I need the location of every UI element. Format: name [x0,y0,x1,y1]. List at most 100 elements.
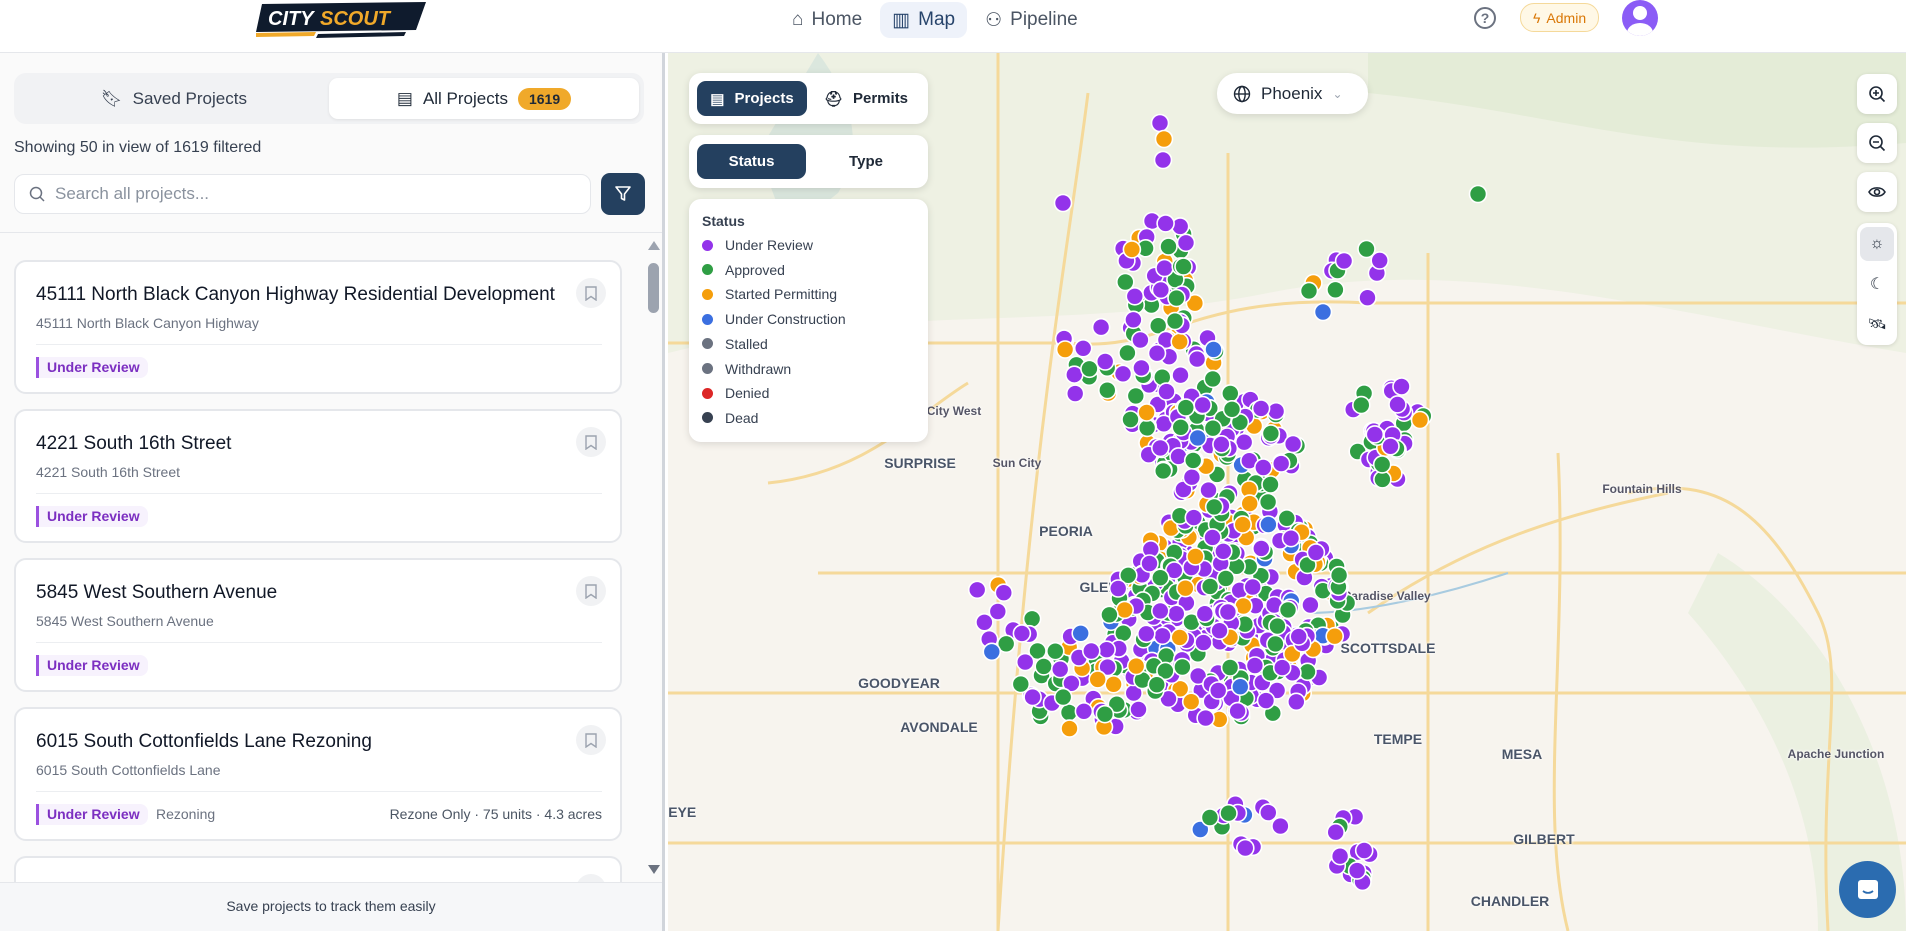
map-view[interactable]: City West SURPRISE Sun City PEORIA GLEND… [668,53,1906,931]
project-marker[interactable] [1194,633,1213,652]
project-marker[interactable] [1153,150,1173,170]
project-marker[interactable] [1271,454,1291,473]
project-marker[interactable] [1015,652,1035,672]
bookmark-button[interactable] [576,427,606,457]
project-marker[interactable] [1131,330,1150,350]
project-marker[interactable] [1203,369,1223,389]
project-marker[interactable] [1088,670,1108,689]
project-marker[interactable] [1220,384,1240,403]
project-marker[interactable] [1220,658,1240,677]
project-marker[interactable] [1150,438,1170,458]
project-card[interactable]: 1518 E Paradise Ln #1 (Active) Use Permi… [14,856,622,882]
project-marker[interactable] [1176,233,1196,253]
project-marker[interactable] [1261,424,1281,443]
project-marker[interactable] [1187,349,1207,369]
legend-item[interactable]: Stalled [702,336,768,352]
project-marker[interactable] [1034,657,1054,676]
project-marker[interactable] [1080,359,1099,379]
bookmark-button[interactable] [576,278,606,308]
project-marker[interactable] [1122,240,1142,259]
project-marker[interactable] [1193,395,1213,415]
project-marker[interactable] [1154,129,1174,149]
project-marker[interactable] [1174,257,1193,276]
bookmark-button[interactable] [576,874,606,882]
filter-button[interactable] [601,173,645,215]
legend-item[interactable]: Under Review [702,237,813,253]
project-marker[interactable] [1233,515,1253,534]
project-marker[interactable] [1124,310,1143,330]
project-marker[interactable] [1182,467,1202,487]
project-marker[interactable] [1372,455,1392,474]
project-title[interactable]: 4221 South 16th Street [36,433,231,455]
project-marker[interactable] [1060,719,1079,738]
project-marker[interactable] [1165,311,1185,331]
project-marker[interactable] [1230,677,1250,697]
project-marker[interactable] [1071,623,1091,643]
scrollbar[interactable] [645,233,662,882]
project-marker[interactable] [1050,659,1070,679]
project-marker[interactable] [1140,554,1159,573]
project-marker[interactable] [1053,687,1073,707]
project-marker[interactable] [1313,302,1333,322]
project-marker[interactable] [1171,365,1190,385]
project-marker[interactable] [1243,577,1263,597]
project-marker[interactable] [1200,577,1220,596]
legend-item[interactable]: Dead [702,410,758,426]
satellite-mode-button[interactable]: 🛰︎ [1860,307,1894,341]
project-marker[interactable] [1358,288,1377,307]
project-marker[interactable] [1278,600,1298,620]
project-marker[interactable] [1256,691,1276,710]
project-title[interactable]: 5845 West Southern Avenue [36,582,277,604]
project-marker[interactable] [1334,251,1354,271]
project-marker[interactable] [1289,627,1309,646]
scroll-down-icon[interactable] [648,865,660,874]
legend-item[interactable]: Denied [702,385,769,401]
project-marker[interactable] [967,580,987,600]
project-marker[interactable] [1091,317,1111,337]
project-marker[interactable] [1181,692,1201,712]
project-marker[interactable] [1115,272,1135,292]
project-marker[interactable] [994,583,1014,603]
project-marker[interactable] [1150,601,1170,621]
project-marker[interactable] [1022,609,1042,629]
project-marker[interactable] [1155,258,1174,278]
project-marker[interactable] [1299,281,1319,301]
project-marker[interactable] [1392,377,1411,396]
project-marker[interactable] [1147,343,1167,363]
scroll-up-icon[interactable] [648,241,660,250]
project-marker[interactable] [1218,602,1238,622]
project-marker[interactable] [1176,578,1195,598]
legend-item[interactable]: Started Permitting [702,286,837,302]
project-marker[interactable] [1065,384,1085,403]
project-marker[interactable] [1410,410,1430,430]
project-marker[interactable] [1261,475,1280,494]
project-marker[interactable] [1113,364,1133,384]
project-marker[interactable] [1115,600,1135,620]
legend-item[interactable]: Withdrawn [702,361,791,377]
project-marker[interactable] [1081,641,1101,661]
project-marker[interactable] [975,612,994,632]
project-marker[interactable] [1108,579,1128,598]
project-marker[interactable] [1171,417,1191,437]
project-marker[interactable] [1151,280,1171,300]
project-marker[interactable] [1157,382,1176,401]
project-marker[interactable] [1097,640,1117,660]
admin-button[interactable]: ϟ Admin [1520,3,1600,32]
project-marker[interactable] [1100,605,1119,625]
bookmark-button[interactable] [576,725,606,755]
project-marker[interactable] [1212,434,1231,454]
project-marker[interactable] [1381,436,1400,456]
project-marker[interactable] [1153,461,1173,481]
project-marker[interactable] [1208,681,1228,700]
nav-map[interactable]: ▥ Map [880,2,968,38]
project-marker[interactable] [1281,528,1301,548]
light-mode-button[interactable]: ☼ [1860,227,1894,261]
project-marker[interactable] [1073,338,1093,358]
project-marker[interactable] [1210,621,1229,641]
project-marker[interactable] [1176,398,1196,417]
project-marker[interactable] [1167,288,1186,308]
project-marker[interactable] [1240,494,1260,513]
project-marker[interactable] [1166,604,1186,624]
project-marker[interactable] [1121,410,1140,429]
project-marker[interactable] [1258,492,1278,512]
